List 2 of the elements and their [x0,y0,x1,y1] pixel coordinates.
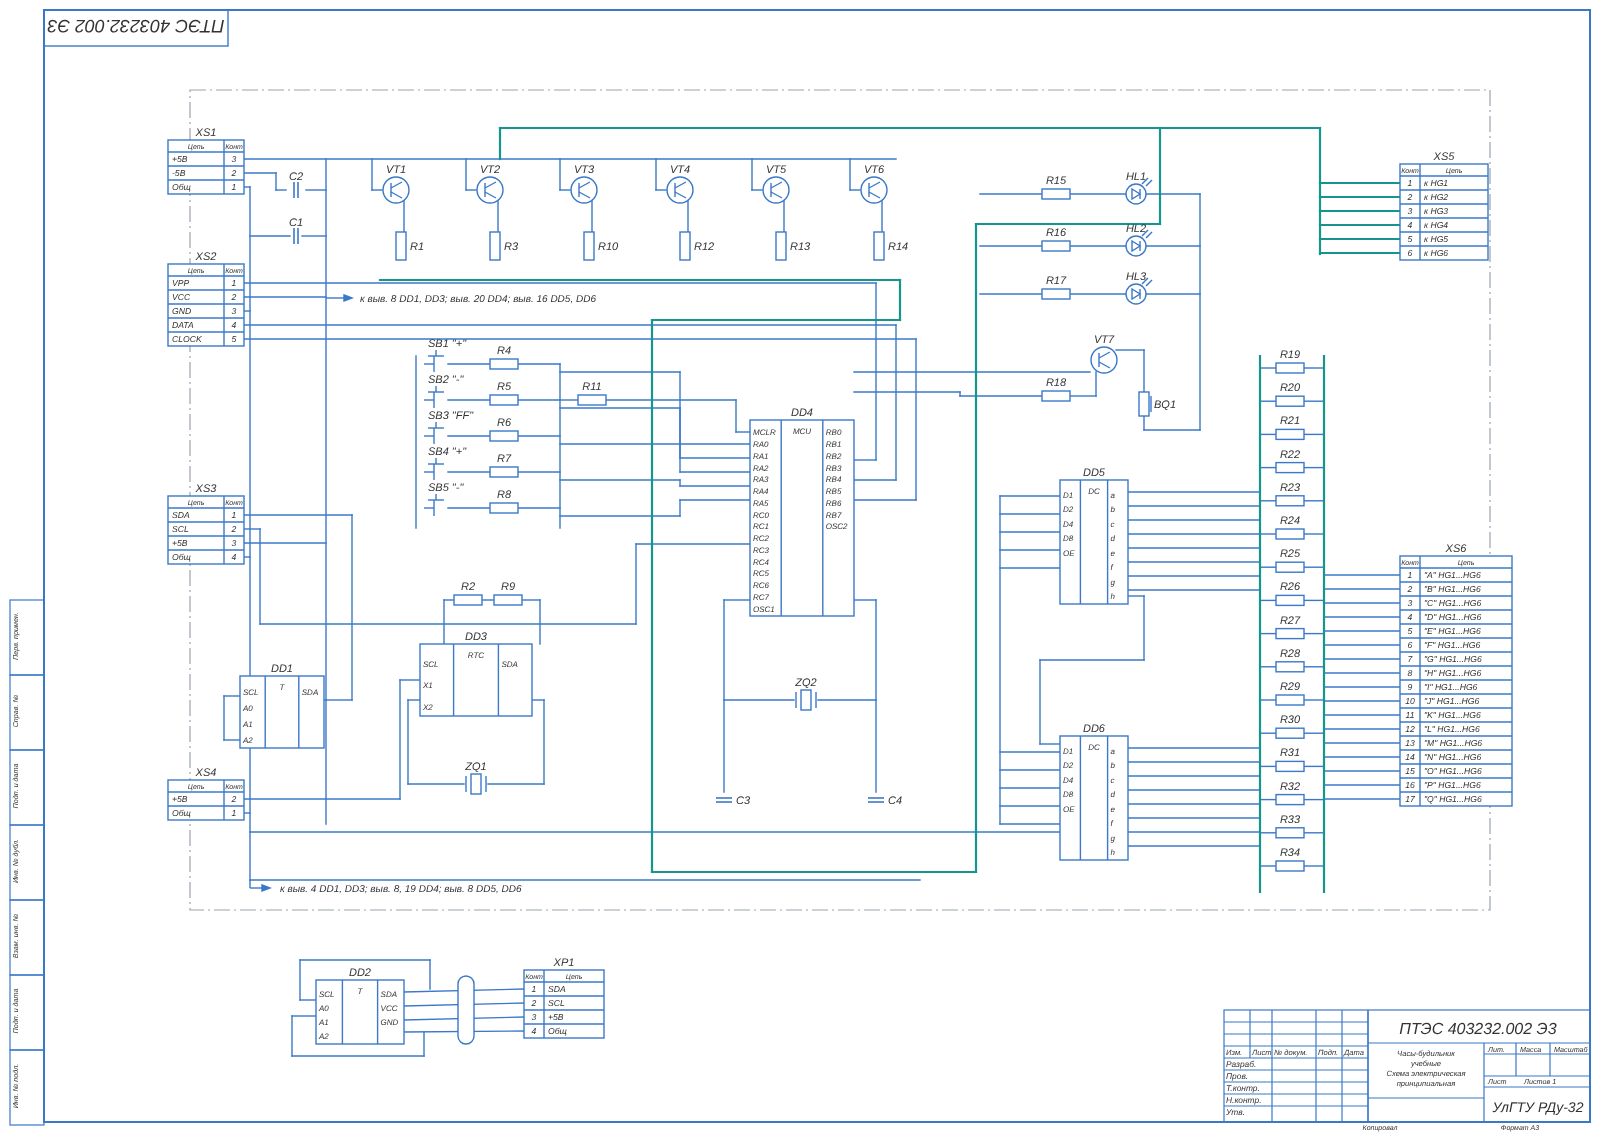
document-code: ПТЭС 403232.002 Э3 [1399,1020,1557,1038]
drawing-code: ПТЭС 403232.002 Э3 [47,16,225,36]
